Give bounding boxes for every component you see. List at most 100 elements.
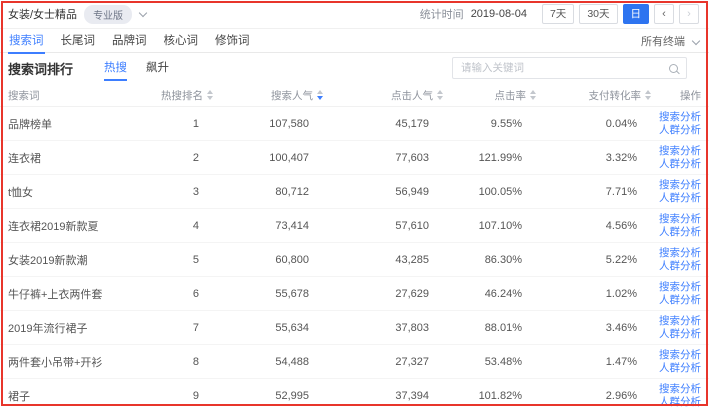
crowd-analysis-link[interactable]: 人群分析 (651, 396, 701, 409)
pay-conv-cell: 3.46% (536, 322, 651, 334)
pay-conv-cell: 1.47% (536, 356, 651, 368)
pay-conv-cell: 4.56% (536, 220, 651, 232)
keyword-cell: 品牌榜单 (8, 116, 148, 132)
search-analysis-link[interactable]: 搜索分析 (651, 315, 701, 328)
search-analysis-link[interactable]: 搜索分析 (651, 111, 701, 124)
column-header-keyword: 搜索词 (8, 88, 148, 103)
panel-header: 搜索词排行 热搜 飙升 (0, 53, 709, 84)
search-pop-cell: 107,580 (213, 118, 323, 130)
pay-conv-cell: 7.71% (536, 186, 651, 198)
column-header-rank: 热搜排名 (148, 88, 213, 103)
table-row: 品牌榜单 1 107,580 45,179 9.55% 0.04% 搜索分析 人… (0, 107, 709, 141)
click-pop-cell: 27,327 (323, 356, 443, 368)
stat-time-label: 统计时间 (420, 6, 464, 22)
crowd-analysis-link[interactable]: 人群分析 (651, 260, 701, 273)
rank-cell: 1 (148, 118, 213, 130)
keyword-cell: 牛仔裤+上衣两件套 (8, 286, 148, 302)
search-analysis-link[interactable]: 搜索分析 (651, 247, 701, 260)
stat-date-value[interactable]: 2019-08-04 (471, 8, 527, 20)
table-row: 牛仔裤+上衣两件套 6 55,678 27,629 46.24% 1.02% 搜… (0, 277, 709, 311)
table-row: t恤女 3 80,712 56,949 100.05% 7.71% 搜索分析 人… (0, 175, 709, 209)
click-pop-cell: 37,803 (323, 322, 443, 334)
keyword-cell: 女装2019新款潮 (8, 252, 148, 268)
crowd-analysis-link[interactable]: 人群分析 (651, 294, 701, 307)
pay-conv-cell: 3.32% (536, 152, 651, 164)
column-header-pay-conversion: 支付转化率 (536, 88, 651, 103)
search-pop-cell: 73,414 (213, 220, 323, 232)
tab-brand-word[interactable]: 品牌词 (111, 29, 148, 53)
search-analysis-link[interactable]: 搜索分析 (651, 179, 701, 192)
click-pop-cell: 37,394 (323, 390, 443, 402)
pay-conv-cell: 1.02% (536, 288, 651, 300)
rank-cell: 5 (148, 254, 213, 266)
click-rate-cell: 9.55% (443, 118, 536, 130)
actions-cell: 搜索分析 人群分析 (651, 281, 701, 307)
crowd-analysis-link[interactable]: 人群分析 (651, 192, 701, 205)
category-selector[interactable]: 女装/女士精品 (8, 6, 77, 22)
rank-cell: 3 (148, 186, 213, 198)
table-row: 裙子 9 52,995 37,394 101.82% 2.96% 搜索分析 人群… (0, 379, 709, 411)
rank-cell: 2 (148, 152, 213, 164)
range-day-button[interactable]: 日 (623, 4, 650, 24)
search-pop-cell: 54,488 (213, 356, 323, 368)
tab-modifier-word[interactable]: 修饰词 (214, 29, 251, 53)
crowd-analysis-link[interactable]: 人群分析 (651, 158, 701, 171)
keyword-cell: 连衣裙 (8, 150, 148, 166)
crowd-analysis-link[interactable]: 人群分析 (651, 124, 701, 137)
rank-cell: 8 (148, 356, 213, 368)
rank-cell: 6 (148, 288, 213, 300)
tab-longtail-word[interactable]: 长尾词 (60, 29, 97, 53)
keyword-cell: t恤女 (8, 184, 148, 200)
table-header: 搜索词 热搜排名 搜索人气 点击人气 点击率 支付转化率 操作 (0, 84, 709, 107)
keyword-search-box (452, 57, 687, 79)
pay-conv-cell: 0.04% (536, 118, 651, 130)
tab-search-word[interactable]: 搜索词 (8, 29, 45, 53)
actions-cell: 搜索分析 人群分析 (651, 213, 701, 239)
click-pop-cell: 27,629 (323, 288, 443, 300)
subtab-hot[interactable]: 热搜 (103, 57, 128, 81)
search-pop-cell: 100,407 (213, 152, 323, 164)
pro-version-badge: 专业版 (84, 5, 132, 24)
range-30d-button[interactable]: 30天 (579, 4, 617, 24)
column-header-actions: 操作 (651, 88, 701, 103)
keyword-search-input[interactable] (452, 57, 687, 79)
next-day-button[interactable]: › (679, 4, 699, 24)
column-header-click-pop: 点击人气 (323, 88, 443, 103)
click-rate-cell: 121.99% (443, 152, 536, 164)
pay-conv-cell: 2.96% (536, 390, 651, 402)
search-analysis-link[interactable]: 搜索分析 (651, 213, 701, 226)
actions-cell: 搜索分析 人群分析 (651, 349, 701, 375)
tab-core-word[interactable]: 核心词 (163, 29, 200, 53)
click-rate-cell: 86.30% (443, 254, 536, 266)
range-7d-button[interactable]: 7天 (542, 4, 574, 24)
terminal-filter-label: 所有终端 (641, 36, 685, 48)
panel-title: 搜索词排行 (8, 59, 73, 78)
click-rate-cell: 101.82% (443, 390, 536, 402)
column-header-search-pop: 搜索人气 (213, 88, 323, 103)
click-rate-cell: 107.10% (443, 220, 536, 232)
chevron-down-icon (692, 36, 700, 44)
keyword-cell: 2019年流行裙子 (8, 320, 148, 336)
search-analysis-link[interactable]: 搜索分析 (651, 281, 701, 294)
terminal-filter[interactable]: 所有终端 (641, 33, 699, 49)
subtab-rising[interactable]: 飙升 (145, 57, 170, 81)
prev-day-button[interactable]: ‹ (654, 4, 674, 24)
search-pop-cell: 55,678 (213, 288, 323, 300)
table-row: 连衣裙 2 100,407 77,603 121.99% 3.32% 搜索分析 … (0, 141, 709, 175)
top-bar: 女装/女士精品 专业版 统计时间 2019-08-04 7天 30天 日 ‹ › (0, 0, 709, 29)
crowd-analysis-link[interactable]: 人群分析 (651, 328, 701, 341)
actions-cell: 搜索分析 人群分析 (651, 247, 701, 273)
chevron-down-icon[interactable] (139, 9, 147, 17)
click-pop-cell: 45,179 (323, 118, 443, 130)
search-analysis-link[interactable]: 搜索分析 (651, 349, 701, 362)
search-icon[interactable] (669, 64, 678, 73)
click-rate-cell: 53.48% (443, 356, 536, 368)
rank-cell: 9 (148, 390, 213, 402)
crowd-analysis-link[interactable]: 人群分析 (651, 362, 701, 375)
crowd-analysis-link[interactable]: 人群分析 (651, 226, 701, 239)
search-analysis-link[interactable]: 搜索分析 (651, 145, 701, 158)
click-rate-cell: 88.01% (443, 322, 536, 334)
search-analysis-link[interactable]: 搜索分析 (651, 383, 701, 396)
click-pop-cell: 57,610 (323, 220, 443, 232)
click-pop-cell: 56,949 (323, 186, 443, 198)
